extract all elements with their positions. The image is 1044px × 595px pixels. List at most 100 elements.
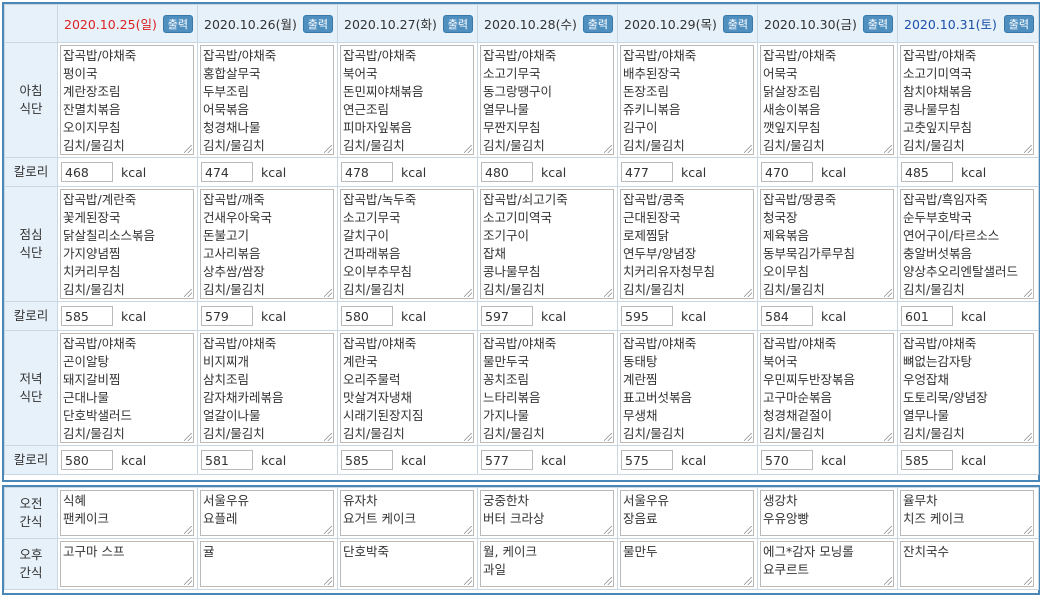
print-button[interactable]: 출력 <box>162 14 193 33</box>
menu-textarea[interactable]: 잡곡밥/야채죽 물만두국 꽁치조림 느타리볶음 가지나물 김치/물김치 <box>480 333 614 443</box>
menu-textarea[interactable]: 잡곡밥/야채죽 북어국 돈민찌야채볶음 연근조림 피마자잎볶음 김치/물김치 <box>340 45 474 155</box>
menu-textarea[interactable]: 물만두 <box>620 541 754 587</box>
menu-textarea[interactable]: 잡곡밥/쇠고기죽 소고기미역국 조기구이 잡채 콩나물무침 김치/물김치 <box>480 189 614 299</box>
resize-handle-icon[interactable] <box>1024 289 1032 297</box>
resize-handle-icon[interactable] <box>464 145 472 153</box>
date-header: 2020.10.26(월) 출력 <box>204 14 337 33</box>
resize-handle-icon[interactable] <box>184 526 192 534</box>
resize-handle-icon[interactable] <box>324 145 332 153</box>
menu-textarea[interactable]: 잡곡밥/콩죽 근대된장국 로제찜닭 연두부/양념장 치커리유자청무침 김치/물김치 <box>620 189 754 299</box>
resize-handle-icon[interactable] <box>744 289 752 297</box>
resize-handle-icon[interactable] <box>744 145 752 153</box>
resize-handle-icon[interactable] <box>464 289 472 297</box>
calorie-input[interactable] <box>481 306 533 326</box>
resize-handle-icon[interactable] <box>184 289 192 297</box>
print-button[interactable]: 출력 <box>302 14 333 33</box>
calorie-input[interactable] <box>341 162 393 182</box>
calorie-input[interactable] <box>341 306 393 326</box>
resize-handle-icon[interactable] <box>744 526 752 534</box>
resize-handle-icon[interactable] <box>1024 433 1032 441</box>
resize-handle-icon[interactable] <box>884 577 892 585</box>
calorie-input[interactable] <box>901 450 953 470</box>
calorie-input[interactable] <box>201 162 253 182</box>
resize-handle-icon[interactable] <box>884 145 892 153</box>
calorie-input[interactable] <box>901 162 953 182</box>
print-button[interactable]: 출력 <box>582 14 613 33</box>
menu-textarea[interactable]: 잡곡밥/야채죽 소고기미역국 참치야채볶음 콩나물무침 고춧잎지무침 김치/물김치 <box>900 45 1034 155</box>
menu-textarea[interactable]: 유자차 요거트 케이크 <box>340 490 474 536</box>
menu-textarea[interactable]: 잡곡밥/야채죽 어묵국 닭살장조림 새송이볶음 깻잎지무침 김치/물김치 <box>760 45 894 155</box>
calorie-input[interactable] <box>481 450 533 470</box>
menu-textarea[interactable]: 서울우유 장음료 <box>620 490 754 536</box>
calorie-input[interactable] <box>61 306 113 326</box>
resize-handle-icon[interactable] <box>884 526 892 534</box>
menu-textarea[interactable]: 잡곡밥/녹두죽 소고기무국 갈치구이 건파래볶음 오이부추무침 김치/물김치 <box>340 189 474 299</box>
menu-textarea[interactable]: 잡곡밥/야채죽 비지찌개 삼치조림 감자채카레볶음 얼갈이나물 김치/물김치 <box>200 333 334 443</box>
resize-handle-icon[interactable] <box>1024 145 1032 153</box>
print-button[interactable]: 출력 <box>862 14 893 33</box>
resize-handle-icon[interactable] <box>1024 526 1032 534</box>
calorie-input[interactable] <box>341 450 393 470</box>
menu-textarea[interactable]: 잡곡밥/야채죽 동태탕 계란찜 표고버섯볶음 무생채 김치/물김치 <box>620 333 754 443</box>
resize-handle-icon[interactable] <box>884 433 892 441</box>
menu-textarea[interactable]: 잡곡밥/깨죽 건새우아욱국 돈불고기 고사리볶음 상추쌈/쌈장 김치/물김치 <box>200 189 334 299</box>
resize-handle-icon[interactable] <box>884 289 892 297</box>
resize-handle-icon[interactable] <box>604 289 612 297</box>
menu-textarea[interactable]: 잡곡밥/야채죽 홍합살무국 두부조림 어묵볶음 청경채나물 김치/물김치 <box>200 45 334 155</box>
resize-handle-icon[interactable] <box>464 433 472 441</box>
menu-textarea[interactable]: 잡곡밥/야채죽 펑이국 계란장조림 잔멸치볶음 오이지무침 김치/물김치 <box>60 45 194 155</box>
resize-handle-icon[interactable] <box>604 526 612 534</box>
calorie-input[interactable] <box>621 162 673 182</box>
menu-textarea[interactable]: 고구마 스프 <box>60 541 194 587</box>
menu-textarea[interactable]: 잡곡밥/야채죽 계란국 오리주물럭 맛살겨자냉채 시래기된장지짐 김치/물김치 <box>340 333 474 443</box>
menu-textarea[interactable]: 단호박죽 <box>340 541 474 587</box>
resize-handle-icon[interactable] <box>604 145 612 153</box>
menu-textarea[interactable]: 에그*감자 모닝롤 요쿠르트 <box>760 541 894 587</box>
print-button[interactable]: 출력 <box>442 14 473 33</box>
resize-handle-icon[interactable] <box>604 433 612 441</box>
calorie-input[interactable] <box>61 450 113 470</box>
menu-textarea[interactable]: 잡곡밥/계란죽 꽃게된장국 닭살칠리소스볶음 가지양념찜 치커리무침 김치/물김치 <box>60 189 194 299</box>
resize-handle-icon[interactable] <box>604 577 612 585</box>
calorie-input[interactable] <box>201 306 253 326</box>
menu-textarea[interactable]: 잡곡밥/야채죽 곤이알탕 돼지갈비찜 근대나물 단호박샐러드 김치/물김치 <box>60 333 194 443</box>
resize-handle-icon[interactable] <box>184 577 192 585</box>
menu-textarea[interactable]: 잡곡밥/야채죽 소고기무국 동그랑땡구이 열무나물 무짠지무침 김치/물김치 <box>480 45 614 155</box>
calorie-input[interactable] <box>761 450 813 470</box>
menu-textarea[interactable]: 잔치국수 <box>900 541 1034 587</box>
resize-handle-icon[interactable] <box>324 577 332 585</box>
menu-textarea[interactable]: 잡곡밥/야채죽 뼈없는감자탕 우엉잡채 도토리묵/양념장 열무나물 김치/물김치 <box>900 333 1034 443</box>
resize-handle-icon[interactable] <box>464 526 472 534</box>
menu-textarea[interactable]: 생강차 우유앙빵 <box>760 490 894 536</box>
calorie-input[interactable] <box>621 450 673 470</box>
menu-textarea[interactable]: 율무차 치즈 케이크 <box>900 490 1034 536</box>
calorie-input[interactable] <box>201 450 253 470</box>
menu-textarea[interactable]: 식혜 팬케이크 <box>60 490 194 536</box>
print-button[interactable]: 출력 <box>722 14 753 33</box>
menu-textarea[interactable]: 잡곡밥/땅콩죽 청국장 제육볶음 동부묵김가루무침 오이무침 김치/물김치 <box>760 189 894 299</box>
calorie-input[interactable] <box>61 162 113 182</box>
menu-textarea[interactable]: 서울우유 요플레 <box>200 490 334 536</box>
resize-handle-icon[interactable] <box>744 577 752 585</box>
menu-textarea[interactable]: 잡곡밥/야채죽 배추된장국 돈장조림 쥬키니볶음 김구이 김치/물김치 <box>620 45 754 155</box>
menu-cell: 고구마 스프 <box>57 538 198 590</box>
resize-handle-icon[interactable] <box>184 145 192 153</box>
resize-handle-icon[interactable] <box>1024 577 1032 585</box>
calorie-input[interactable] <box>761 306 813 326</box>
calorie-input[interactable] <box>761 162 813 182</box>
menu-textarea[interactable]: 잡곡밥/흑임자죽 순두부호박국 연어구이/타르소스 충알버섯볶음 양상추오리엔탈샐러드 김… <box>900 189 1034 299</box>
menu-textarea[interactable]: 월, 케이크 과일 <box>480 541 614 587</box>
resize-handle-icon[interactable] <box>464 577 472 585</box>
menu-textarea[interactable]: 잡곡밥/야채죽 북어국 우민찌두반장볶음 고구마순볶음 청경채겉절이 김치/물김치 <box>760 333 894 443</box>
print-button[interactable]: 출력 <box>1003 14 1034 33</box>
menu-textarea[interactable]: 귤 <box>200 541 334 587</box>
resize-handle-icon[interactable] <box>744 433 752 441</box>
calorie-input[interactable] <box>481 162 533 182</box>
resize-handle-icon[interactable] <box>324 433 332 441</box>
calorie-input[interactable] <box>901 306 953 326</box>
resize-handle-icon[interactable] <box>324 289 332 297</box>
resize-handle-icon[interactable] <box>324 526 332 534</box>
resize-handle-icon[interactable] <box>184 433 192 441</box>
calorie-input[interactable] <box>621 306 673 326</box>
menu-textarea[interactable]: 궁중한차 버터 크라상 <box>480 490 614 536</box>
